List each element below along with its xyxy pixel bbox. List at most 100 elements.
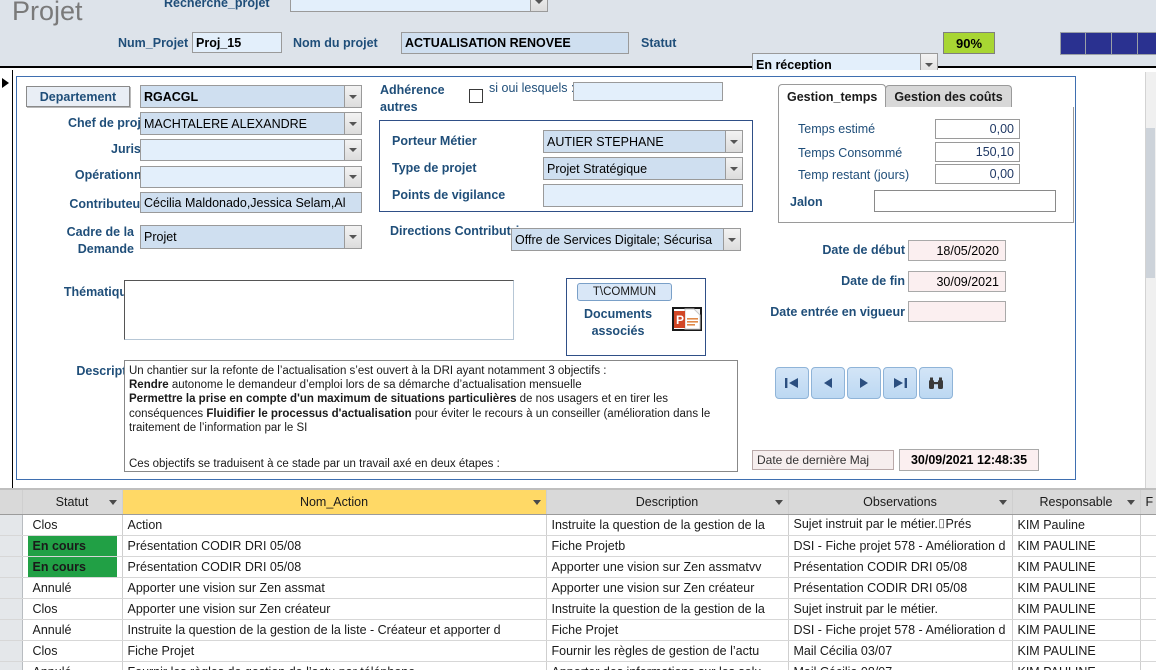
contributeurs-input[interactable]: Cécilia Maldonado,Jessica Selam,Al	[140, 192, 362, 213]
cell-responsable[interactable]: KIM PAULINE	[1012, 598, 1141, 620]
cell-description[interactable]: Instruite la question de la gestion de l…	[546, 514, 789, 536]
recherche-projet-combo[interactable]	[290, 0, 548, 12]
record-selector-bar[interactable]	[0, 70, 13, 488]
cell-statut[interactable]: En cours	[22, 535, 123, 557]
column-header-observations[interactable]: Observations	[788, 490, 1013, 515]
select-all-header[interactable]	[0, 490, 23, 515]
cell-observations[interactable]: Sujet instruit par le métier.	[788, 598, 1013, 620]
descriptif-textarea[interactable]: Un chantier sur la refonte de l’actualis…	[124, 360, 738, 472]
cell-observations[interactable]: Sujet instruit par le métier.⌷Prés	[788, 514, 1013, 536]
cell-extra[interactable]	[1140, 514, 1156, 536]
row-selector[interactable]	[0, 661, 23, 670]
cell-responsable[interactable]: KIM PAULINE	[1012, 556, 1141, 578]
column-header-extra[interactable]: F	[1140, 490, 1156, 515]
nom-projet-input[interactable]: ACTUALISATION RENOVEE	[401, 32, 629, 54]
cell-responsable[interactable]: KIM PAULINE	[1012, 535, 1141, 557]
chevron-down-icon[interactable]	[344, 113, 361, 134]
cell-extra[interactable]	[1140, 556, 1156, 578]
cell-observations[interactable]: DSI - Fiche projet 578 - Amélioration d	[788, 619, 1013, 641]
row-selector[interactable]	[0, 577, 23, 599]
adherence-checkbox[interactable]	[469, 89, 483, 103]
cell-description[interactable]: Fournir les règles de gestion de l’actu	[546, 640, 789, 662]
temps-estime-input[interactable]: 0,00	[935, 119, 1020, 139]
chevron-down-icon[interactable]	[344, 86, 361, 107]
cell-observations[interactable]: Présentation CODIR DRI 05/08	[788, 556, 1013, 578]
cell-nom-action[interactable]: Fiche Projet	[122, 640, 547, 662]
temps-consomme-input[interactable]: 150,10	[935, 142, 1020, 162]
cell-nom-action[interactable]: Présentation CODIR DRI 05/08	[122, 556, 547, 578]
chevron-down-icon[interactable]	[774, 499, 783, 505]
row-selector[interactable]	[0, 556, 23, 578]
chef-de-projet-combo[interactable]: MACHTALERE ALEXANDRE	[140, 112, 362, 135]
cell-statut[interactable]: Annulé	[22, 577, 123, 599]
departement-combo[interactable]: RGACGL	[140, 85, 362, 108]
chevron-down-icon[interactable]	[344, 167, 361, 187]
header-nav-block-3[interactable]	[1112, 32, 1138, 55]
tab-gestion-couts[interactable]: Gestion des coûts	[885, 85, 1012, 108]
operationnel-combo[interactable]	[140, 166, 362, 188]
departement-button[interactable]: Departement	[26, 86, 130, 107]
cell-description[interactable]: Apporter des informations sur les solu	[546, 661, 789, 670]
row-selector[interactable]	[0, 535, 23, 557]
cell-observations[interactable]: Présentation CODIR DRI 05/08	[788, 577, 1013, 599]
gestion-tabs[interactable]: Gestion_temps Gestion des coûts	[778, 84, 1012, 108]
table-row[interactable]: Annulé Instruite la question de la gestio…	[0, 619, 1156, 641]
chevron-down-icon[interactable]	[530, 0, 547, 11]
cadre-demande-combo[interactable]: Projet	[140, 225, 362, 249]
cell-statut[interactable]: Clos	[22, 598, 123, 620]
chevron-down-icon[interactable]	[998, 499, 1007, 505]
table-row[interactable]: Clos Action Instruite la question de la ge…	[0, 514, 1156, 536]
cell-description[interactable]: Fiche Projetb	[546, 535, 789, 557]
chevron-down-icon[interactable]	[344, 226, 361, 248]
num-projet-input[interactable]: Proj_15	[192, 32, 282, 53]
type-projet-combo[interactable]: Projet Stratégique	[543, 157, 743, 180]
chevron-down-icon[interactable]	[725, 131, 742, 152]
table-row[interactable]: Clos Fiche Projet Fournir les règles de ge…	[0, 640, 1156, 662]
column-header-statut[interactable]: Statut	[22, 490, 123, 515]
header-nav-block-1[interactable]	[1060, 32, 1086, 55]
cell-description[interactable]: Apporter une vision sur Zen assmatvv	[546, 556, 789, 578]
table-row[interactable]: Annulé Apporter une vision sur Zen assmat…	[0, 577, 1156, 599]
column-header-responsable[interactable]: Responsable	[1012, 490, 1141, 515]
cell-extra[interactable]	[1140, 577, 1156, 599]
cell-observations[interactable]: Mail Cécilia 03/07	[788, 640, 1013, 662]
chevron-down-icon[interactable]	[344, 140, 361, 160]
cell-responsable[interactable]: KIM Pauline	[1012, 514, 1141, 536]
cell-statut[interactable]: Clos	[22, 514, 123, 536]
cell-description[interactable]: Instruite la question de la gestion de l…	[546, 598, 789, 620]
cell-extra[interactable]	[1140, 619, 1156, 641]
temps-restant-input[interactable]: 0,00	[935, 164, 1020, 184]
header-nav-block-4[interactable]	[1138, 32, 1156, 55]
table-row[interactable]: Annulé Fournir les règles de gestion de l…	[0, 661, 1156, 670]
cell-responsable[interactable]: KIM PAULINE	[1012, 619, 1141, 641]
cell-observations[interactable]: Mail Cécilia 08/07	[788, 661, 1013, 670]
next-record-button[interactable]	[847, 367, 881, 399]
chevron-down-icon[interactable]	[1126, 499, 1135, 505]
cell-statut[interactable]: Annulé	[22, 619, 123, 641]
find-record-button[interactable]	[919, 367, 953, 399]
cell-statut[interactable]: Annulé	[22, 661, 123, 670]
cell-nom-action[interactable]: Apporter une vision sur Zen créateur	[122, 598, 547, 620]
cell-description[interactable]: Apporter une vision sur Zen créateur	[546, 577, 789, 599]
cell-extra[interactable]	[1140, 598, 1156, 620]
table-row[interactable]: En cours Présentation CODIR DRI 05/08 Fich…	[0, 535, 1156, 557]
cell-responsable[interactable]: KIM PAULINE	[1012, 640, 1141, 662]
cell-responsable[interactable]: KIM PAULINE	[1012, 577, 1141, 599]
points-vigilance-input[interactable]	[543, 184, 743, 207]
previous-record-button[interactable]	[811, 367, 845, 399]
chevron-down-icon[interactable]	[532, 499, 541, 505]
row-selector[interactable]	[0, 598, 23, 620]
cell-nom-action[interactable]: Action	[122, 514, 547, 536]
row-selector[interactable]	[0, 640, 23, 662]
date-debut-input[interactable]: 18/05/2020	[908, 240, 1006, 261]
date-fin-input[interactable]: 30/09/2021	[908, 271, 1006, 292]
cell-nom-action[interactable]: Fournir les règles de gestion de l’actu …	[122, 661, 547, 670]
cell-nom-action[interactable]: Instruite la question de la gestion de l…	[122, 619, 547, 641]
juriste-combo[interactable]	[140, 139, 362, 161]
jalon-input[interactable]	[874, 190, 1056, 212]
row-selector[interactable]	[0, 514, 23, 536]
header-nav-block-2[interactable]	[1086, 32, 1112, 55]
table-row[interactable]: En cours Présentation CODIR DRI 05/08 Appo…	[0, 556, 1156, 578]
tab-gestion-temps[interactable]: Gestion_temps	[778, 84, 887, 108]
porteur-metier-combo[interactable]: AUTIER STEPHANE	[543, 130, 743, 153]
